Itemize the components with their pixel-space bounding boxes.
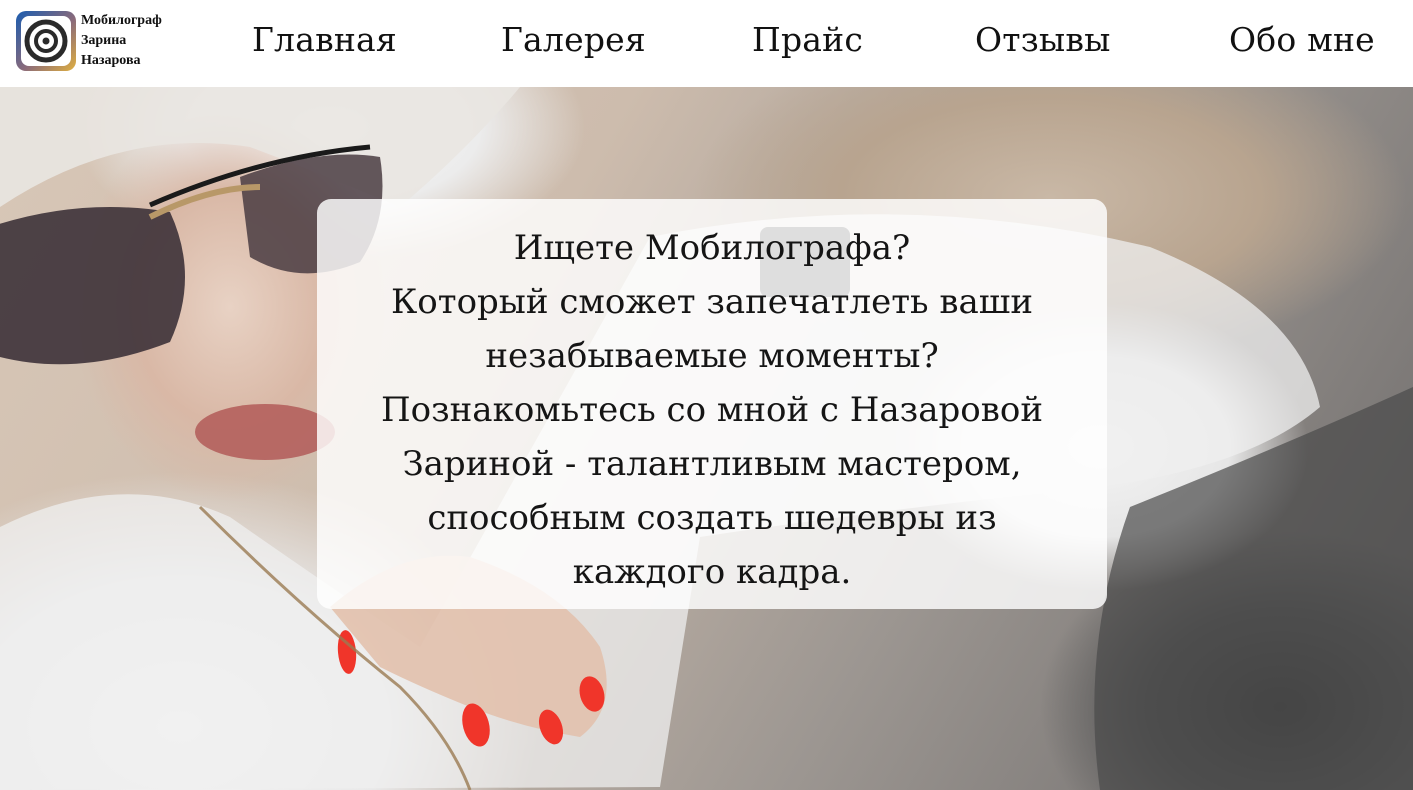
site-header: Мобилограф Зарина Назарова Главная Галер… (0, 0, 1413, 87)
main-nav: Главная Галерея Прайс Отзывы Обо мне (0, 16, 1413, 66)
intro-line: Ищете Мобилографа? (513, 228, 911, 268)
intro-line: незабываемые моменты? (485, 336, 939, 376)
intro-line: Познакомьтесь со мной с Назаровой (380, 390, 1044, 430)
intro-card: Ищете Мобилографа? Который сможет запеча… (317, 199, 1107, 609)
nav-item-gallery[interactable]: Галерея (501, 16, 646, 64)
intro-line: каждого кадра. (572, 552, 852, 592)
intro-line: Который сможет запечатлеть ваши (390, 282, 1033, 322)
nav-item-home[interactable]: Главная (252, 16, 397, 64)
nav-item-reviews[interactable]: Отзывы (975, 16, 1111, 64)
intro-line: способным создать шедевры из (427, 498, 997, 538)
intro-line: Зариной - талантливым мастером, (402, 444, 1022, 484)
nav-item-about[interactable]: Обо мне (1229, 16, 1375, 64)
nav-item-price[interactable]: Прайс (752, 16, 863, 64)
intro-text: Ищете Мобилографа? Который сможет запеча… (347, 221, 1077, 599)
hero-section: Ищете Мобилографа? Который сможет запеча… (0, 87, 1413, 790)
